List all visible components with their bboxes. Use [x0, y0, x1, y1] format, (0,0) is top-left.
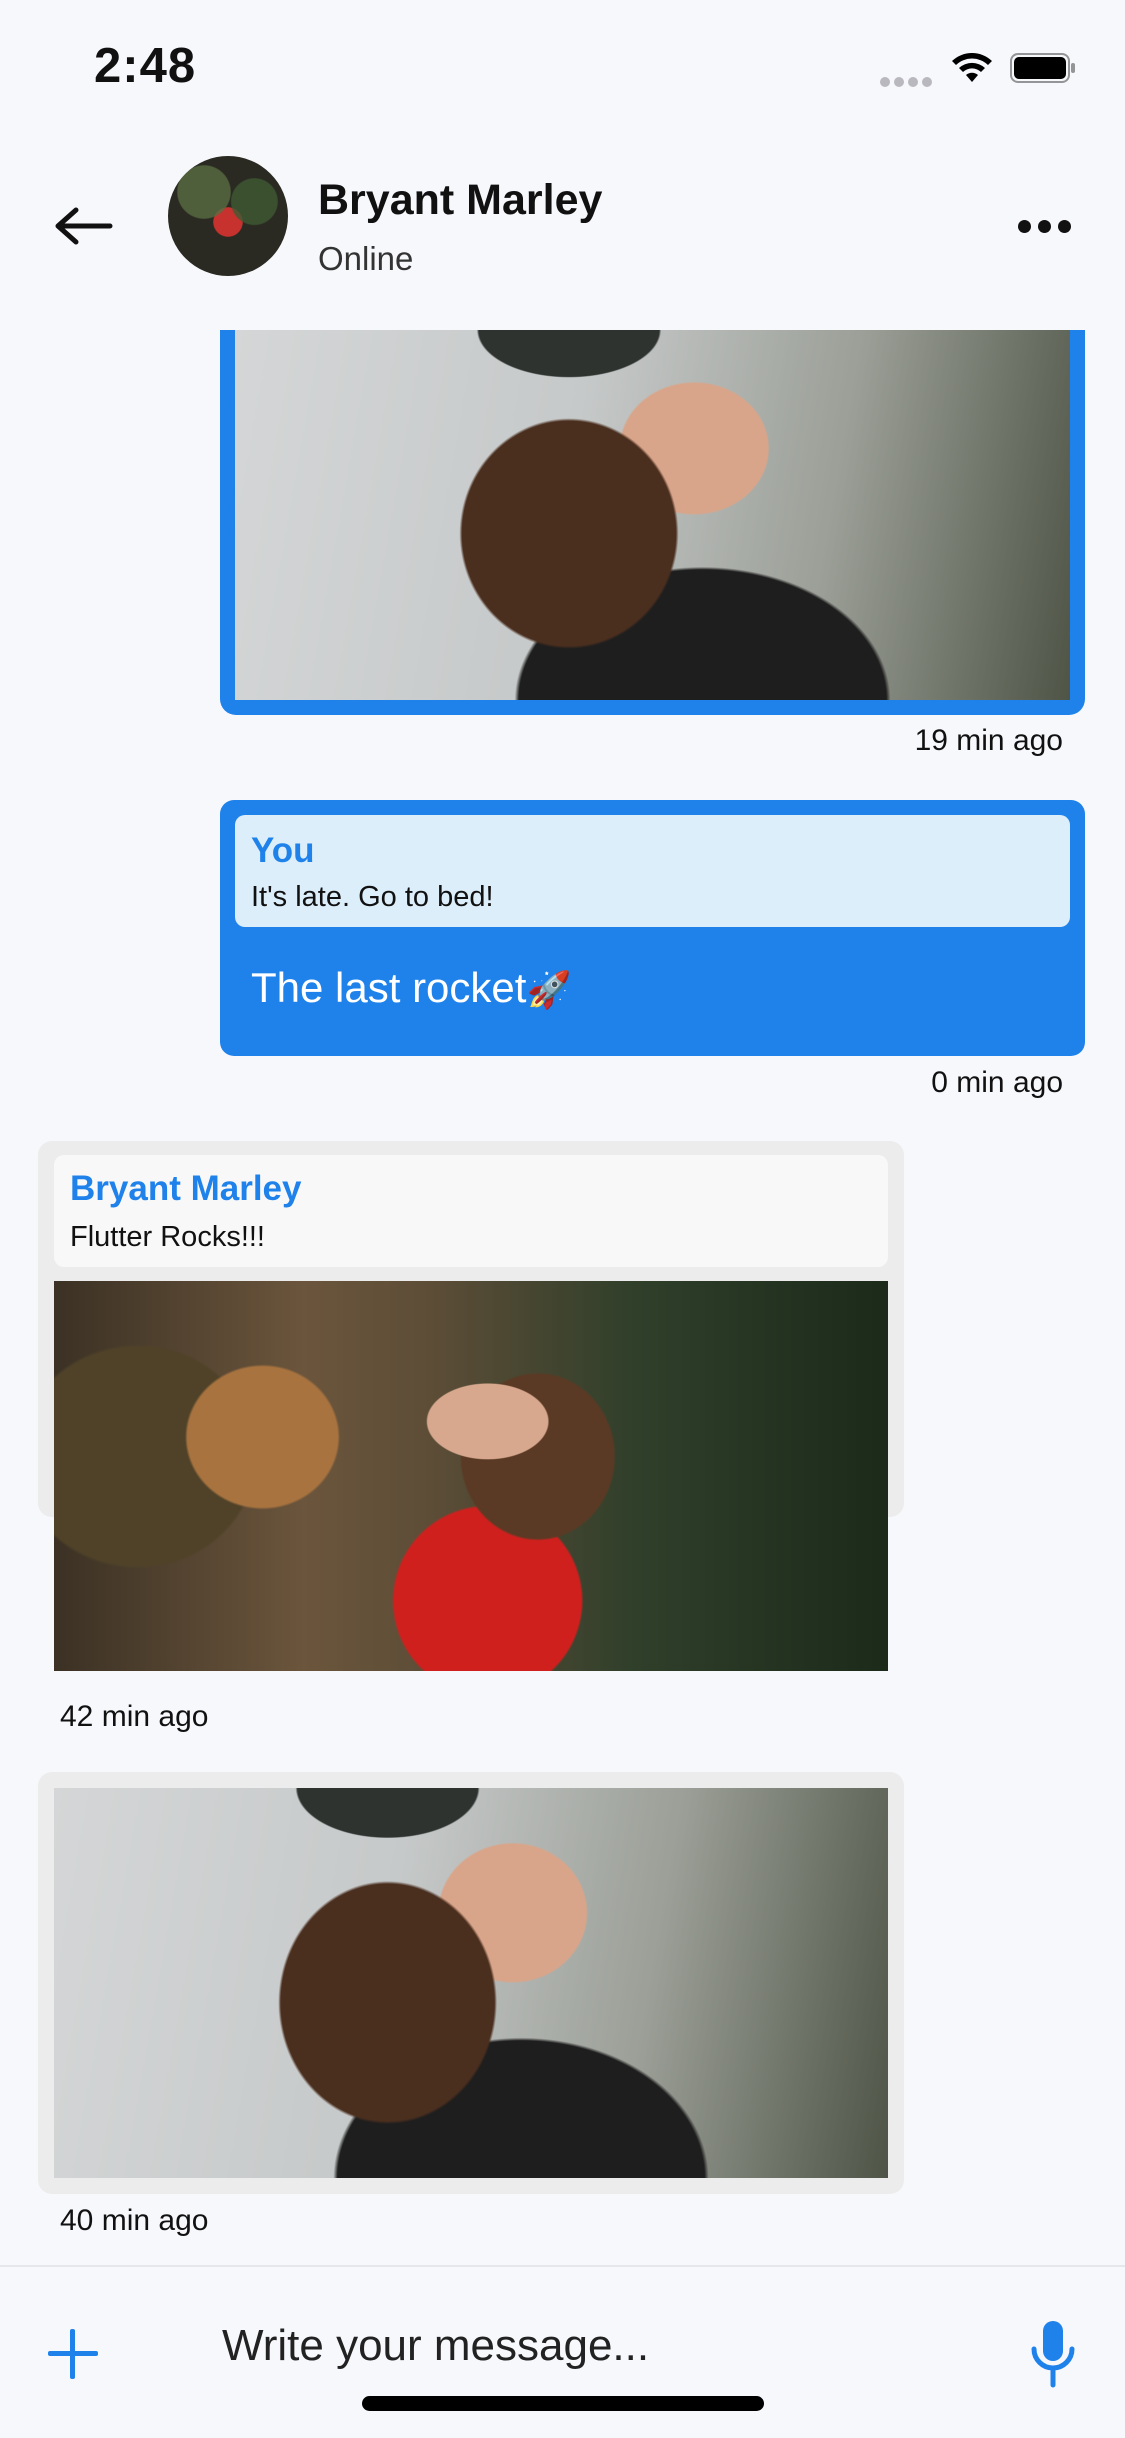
outgoing-reply-message[interactable]: You It's late. Go to bed! The last rocke… — [220, 800, 1085, 1056]
incoming-image-reply-message[interactable]: Bryant Marley Flutter Rocks!!! — [38, 1141, 904, 1671]
wifi-icon — [952, 53, 992, 82]
status-time: 2:48 — [94, 39, 197, 93]
reply-text: Flutter Rocks!!! — [70, 1221, 265, 1253]
reply-text: It's late. Go to bed! — [251, 881, 494, 913]
more-horizontal-icon — [1018, 219, 1031, 233]
more-options-button[interactable] — [1018, 206, 1088, 246]
message-input[interactable] — [222, 2311, 962, 2381]
message-text-content: The last rocket — [251, 964, 527, 1011]
incoming-image-message[interactable] — [38, 1772, 904, 2194]
reply-preview[interactable]: You It's late. Go to bed! — [235, 815, 1070, 927]
message-input-bar — [0, 2265, 1125, 2438]
message-timestamp: 42 min ago — [60, 1700, 209, 1733]
reply-author: You — [251, 831, 315, 870]
message-timestamp: 19 min ago — [914, 724, 1063, 757]
cellular-signal-icon — [880, 74, 936, 92]
message-photo[interactable] — [235, 330, 1070, 700]
outgoing-image-message[interactable] — [220, 330, 1085, 715]
reply-author: Bryant Marley — [70, 1169, 302, 1208]
message-timestamp: 40 min ago — [60, 2204, 209, 2237]
chat-header: Bryant Marley Online — [0, 140, 1125, 330]
message-text: The last rocket🚀 — [251, 964, 571, 1012]
message-timestamp: 0 min ago — [931, 1066, 1063, 1099]
rocket-emoji: 🚀 — [526, 969, 572, 1010]
add-attachment-button[interactable] — [48, 2329, 98, 2379]
arrow-left-icon — [55, 207, 113, 245]
back-button[interactable] — [48, 190, 120, 262]
message-photo[interactable] — [54, 1281, 888, 1671]
status-bar: 2:48 — [0, 0, 1125, 140]
contact-status: Online — [318, 240, 414, 277]
microphone-icon[interactable] — [1028, 2319, 1078, 2389]
contact-name: Bryant Marley — [318, 176, 603, 224]
home-indicator — [362, 2396, 764, 2411]
reply-preview[interactable]: Bryant Marley Flutter Rocks!!! — [54, 1155, 888, 1267]
contact-avatar[interactable] — [168, 156, 288, 276]
message-photo[interactable] — [54, 1788, 888, 2178]
battery-icon — [1010, 53, 1075, 83]
message-list[interactable]: 19 min ago You It's late. Go to bed! The… — [0, 330, 1125, 2265]
